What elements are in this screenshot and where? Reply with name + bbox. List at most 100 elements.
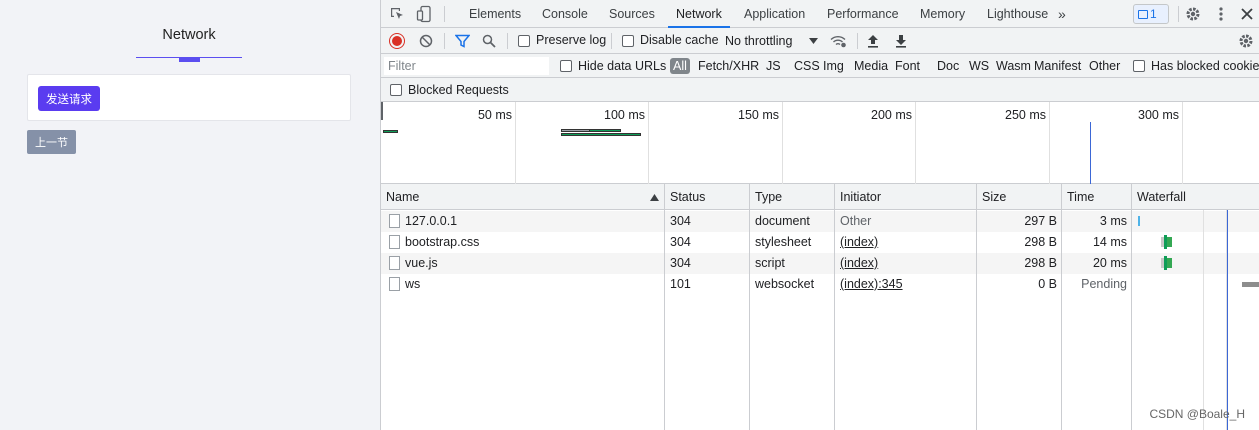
blocked-requests-label[interactable]: Blocked Requests — [408, 83, 509, 97]
record-button[interactable] — [390, 34, 404, 48]
column-divider[interactable] — [976, 184, 977, 430]
throttling-select[interactable]: No throttling — [725, 34, 792, 48]
search-icon[interactable] — [481, 33, 497, 49]
type-filter-css[interactable]: CSS — [794, 58, 820, 74]
disable-cache-label[interactable]: Disable cache — [640, 33, 719, 47]
network-conditions-icon[interactable] — [829, 33, 847, 49]
overview-gridline — [1182, 102, 1183, 184]
issues-badge[interactable]: 1 — [1133, 4, 1169, 24]
type-filter-media[interactable]: Media — [854, 58, 888, 74]
type-filter-wasm[interactable]: Wasm — [996, 58, 1031, 74]
request-time: 14 ms — [1092, 235, 1127, 249]
tabbar-separator-right — [1178, 6, 1179, 22]
type-filter-js[interactable]: JS — [766, 58, 781, 74]
inspect-element-icon[interactable] — [389, 6, 405, 22]
column-divider[interactable] — [1061, 184, 1062, 430]
export-har-icon[interactable] — [894, 33, 908, 49]
request-name[interactable]: bootstrap.css — [405, 232, 655, 253]
previous-section-button[interactable]: 上一节 — [27, 130, 76, 154]
tab-application[interactable]: Application — [736, 0, 813, 28]
table-row[interactable]: bootstrap.css 304 stylesheet (index) 298 B 14… — [381, 232, 1259, 253]
disable-cache-checkbox[interactable] — [622, 35, 634, 47]
column-header-waterfall[interactable]: Waterfall — [1132, 184, 1259, 210]
request-size: 297 B — [1024, 214, 1057, 228]
waterfall-gridline — [1203, 210, 1204, 430]
tab-lighthouse[interactable]: Lighthouse — [979, 0, 1056, 28]
send-request-button[interactable]: 发送请求 — [38, 86, 100, 111]
overview-tick-label: 100 ms — [604, 108, 645, 122]
table-row[interactable]: vue.js 304 script (index) 298 B 20 ms — [381, 253, 1259, 274]
overview-gridline — [648, 102, 649, 184]
request-name[interactable]: 127.0.0.1 — [405, 211, 655, 232]
clear-icon[interactable] — [418, 33, 434, 49]
preserve-log-label[interactable]: Preserve log — [536, 33, 606, 47]
tab-performance[interactable]: Performance — [819, 0, 907, 28]
column-header-type[interactable]: Type — [750, 184, 834, 210]
table-row[interactable]: ws 101 websocket (index):345 0 B Pending — [381, 274, 1259, 295]
tab-console[interactable]: Console — [534, 0, 596, 28]
waterfall-bar — [1138, 216, 1140, 226]
type-filter-img[interactable]: Img — [823, 58, 844, 74]
device-toolbar-icon[interactable] — [416, 5, 432, 23]
request-type: script — [755, 256, 785, 270]
overview-request-bar — [589, 129, 621, 132]
type-filter-manifest[interactable]: Manifest — [1034, 58, 1081, 74]
filter-icon[interactable] — [454, 33, 470, 49]
waterfall-bar — [1167, 237, 1172, 247]
column-header-initiator[interactable]: Initiator — [835, 184, 976, 210]
request-time: 20 ms — [1092, 256, 1127, 270]
request-initiator[interactable]: (index) — [840, 232, 970, 253]
table-row[interactable]: 127.0.0.1 304 document Other 297 B 3 ms — [381, 211, 1259, 232]
has-blocked-cookies-label[interactable]: Has blocked cookies — [1151, 59, 1259, 73]
tab-elements[interactable]: Elements — [461, 0, 529, 28]
type-filter-all[interactable]: All — [670, 58, 690, 74]
timeline-overview[interactable]: 50 ms 100 ms 150 ms 200 ms 250 ms 300 ms — [381, 102, 1259, 184]
hide-data-urls-label[interactable]: Hide data URLs — [578, 59, 666, 73]
overview-gridline — [1049, 102, 1050, 184]
more-tabs-button[interactable]: » — [1058, 0, 1066, 28]
request-time: Pending — [1081, 277, 1127, 291]
type-filter-other[interactable]: Other — [1089, 58, 1120, 74]
type-filter-ws[interactable]: WS — [969, 58, 989, 74]
filter-input[interactable] — [384, 57, 549, 75]
column-divider[interactable] — [664, 184, 665, 430]
type-filter-doc[interactable]: Doc — [937, 58, 959, 74]
overview-range-handle[interactable] — [381, 102, 383, 120]
issues-message-icon — [1138, 10, 1148, 19]
page-title: Network — [162, 27, 216, 43]
type-filter-font[interactable]: Font — [895, 58, 920, 74]
kebab-menu-icon[interactable] — [1213, 6, 1229, 22]
request-name[interactable]: vue.js — [405, 253, 655, 274]
column-divider[interactable] — [1131, 184, 1132, 430]
column-header-time[interactable]: Time — [1062, 184, 1132, 210]
file-icon — [389, 277, 400, 291]
column-header-name[interactable]: Name — [381, 184, 664, 210]
blocked-requests-toolbar: Blocked Requests — [381, 78, 1259, 102]
preserve-log-checkbox[interactable] — [518, 35, 530, 47]
hide-data-urls-checkbox[interactable] — [560, 60, 572, 72]
file-icon — [389, 256, 400, 270]
sort-ascending-icon[interactable] — [649, 192, 659, 202]
tab-sources[interactable]: Sources — [601, 0, 663, 28]
waterfall-bar — [1167, 258, 1172, 268]
dropdown-arrow-icon[interactable] — [808, 35, 818, 47]
tab-memory[interactable]: Memory — [912, 0, 973, 28]
column-header-status[interactable]: Status — [665, 184, 749, 210]
request-name[interactable]: ws — [405, 274, 655, 295]
column-header-size[interactable]: Size — [977, 184, 1061, 210]
tab-network[interactable]: Network — [668, 0, 730, 28]
import-har-icon[interactable] — [866, 33, 880, 49]
close-icon[interactable] — [1239, 6, 1255, 22]
request-initiator: Other — [840, 214, 872, 228]
overview-request-bar — [561, 133, 641, 136]
gear-icon[interactable] — [1185, 6, 1201, 22]
column-divider[interactable] — [749, 184, 750, 430]
column-divider[interactable] — [834, 184, 835, 430]
blocked-requests-checkbox[interactable] — [390, 84, 402, 96]
type-filter-fetchxhr[interactable]: Fetch/XHR — [698, 58, 759, 74]
request-initiator[interactable]: (index) — [840, 253, 970, 274]
has-blocked-cookies-checkbox[interactable] — [1133, 60, 1145, 72]
toolbar-separator-4 — [857, 33, 858, 49]
request-initiator[interactable]: (index):345 — [840, 274, 970, 295]
network-settings-gear-icon[interactable] — [1238, 33, 1254, 49]
